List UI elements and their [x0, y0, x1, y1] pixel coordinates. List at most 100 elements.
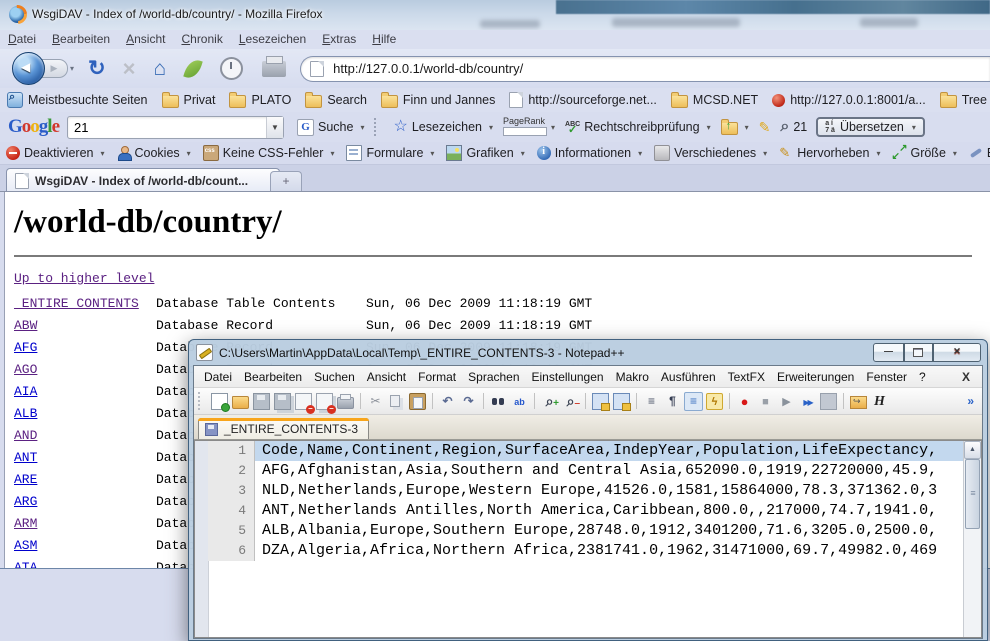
pagerank-dropdown-icon[interactable]: ▾: [551, 123, 555, 132]
forward-button[interactable]: ▶: [41, 59, 68, 78]
bookmark-item[interactable]: http://sourceforge.net...: [502, 90, 664, 110]
print-button[interactable]: [336, 392, 355, 411]
history-dropdown-icon[interactable]: ▾: [70, 64, 74, 73]
entry-link[interactable]: ATA: [14, 557, 37, 568]
new-button[interactable]: [210, 392, 229, 411]
webdev-item[interactable]: Größe: [886, 145, 962, 161]
menu-item[interactable]: Makro: [610, 368, 655, 386]
record-button[interactable]: [735, 392, 754, 411]
bookmark-item[interactable]: Tree Samples: [933, 90, 990, 110]
url-bar[interactable]: [300, 56, 990, 82]
restore-button[interactable]: [904, 343, 933, 362]
menu-item[interactable]: Extras: [314, 30, 364, 48]
webdev-item[interactable]: Extras: [963, 145, 990, 161]
entry-link[interactable]: _ENTIRE_CONTENTS: [14, 293, 139, 315]
wrap-button[interactable]: [642, 392, 661, 411]
line-text[interactable]: DZA,Algeria,Africa,Northern Africa,23817…: [255, 541, 964, 561]
home-button[interactable]: ⌂: [153, 57, 166, 81]
explorer-button[interactable]: [849, 392, 868, 411]
menu-item[interactable]: TextFX: [722, 368, 771, 386]
entry-link[interactable]: AFG: [14, 337, 37, 359]
translate-button[interactable]: a í7 ä Übersetzen: [816, 117, 925, 137]
entry-link[interactable]: ABW: [14, 315, 37, 337]
menu-item[interactable]: Suchen: [308, 368, 361, 386]
entry-link[interactable]: AIA: [14, 381, 37, 403]
webdev-item[interactable]: Cookies: [111, 145, 197, 161]
menu-item[interactable]: Bearbeiten: [44, 30, 118, 48]
webdev-item[interactable]: Keine CSS-Fehler: [197, 144, 341, 162]
redo-button[interactable]: [459, 392, 478, 411]
menu-item[interactable]: Datei: [0, 30, 44, 48]
entry-link[interactable]: ARG: [14, 491, 37, 513]
bookmark-item[interactable]: MCSD.NET: [664, 90, 765, 110]
line-text[interactable]: NLD,Netherlands,Europe,Western Europe,41…: [255, 481, 964, 501]
document-tab-active[interactable]: _ENTIRE_CONTENTS-3: [198, 418, 369, 439]
up-to-higher-level-link[interactable]: Up to higher level: [14, 271, 154, 286]
bookmark-item[interactable]: PLATO: [222, 90, 298, 110]
webdev-item[interactable]: Grafiken: [440, 144, 530, 162]
stop-macro-button[interactable]: [756, 392, 775, 411]
browser-tab-active[interactable]: WsgiDAV - Index of /world-db/count...: [6, 168, 280, 192]
scroll-up-button[interactable]: ▲: [964, 441, 981, 459]
menu-item[interactable]: Bearbeiten: [238, 368, 308, 386]
webdev-item[interactable]: Formulare: [340, 144, 440, 162]
replace-button[interactable]: [510, 392, 529, 411]
menu-item[interactable]: Einstellungen: [526, 368, 610, 386]
history-clock-icon[interactable]: [220, 57, 243, 80]
save-all-button[interactable]: [273, 392, 292, 411]
close-doc-button[interactable]: [294, 392, 313, 411]
menu-item[interactable]: Chronik: [173, 30, 230, 48]
menu-item[interactable]: Erweiterungen: [771, 368, 860, 386]
undo-button[interactable]: [438, 392, 457, 411]
toolbar-grip[interactable]: [374, 118, 383, 136]
pagerank-widget[interactable]: PageRank ▾: [498, 117, 560, 138]
bookmark-item[interactable]: Search: [298, 90, 374, 110]
spellcheck-button[interactable]: ABC✓ Rechtschreibprüfung: [560, 118, 716, 136]
minimize-button[interactable]: —: [873, 343, 904, 362]
line-text[interactable]: Code,Name,Continent,Region,SurfaceArea,I…: [255, 441, 964, 461]
google-bookmarks-button[interactable]: ☆ Lesezeichen: [388, 118, 498, 136]
bookmark-item[interactable]: http://127.0.0.1:8001/a...: [765, 91, 933, 109]
print-button[interactable]: [262, 61, 286, 77]
toolbar-overflow-chevron-icon[interactable]: »: [967, 394, 978, 408]
lightning-button[interactable]: [705, 392, 724, 411]
webdev-item[interactable]: Hervorheben: [773, 145, 886, 161]
sage-feed-icon[interactable]: [183, 57, 202, 80]
bookmark-item[interactable]: Finn und Jannes: [374, 90, 502, 110]
close-all-button[interactable]: [315, 392, 334, 411]
scrollbar-thumb[interactable]: ≡: [965, 459, 980, 529]
close-document-button[interactable]: X: [954, 370, 978, 384]
line-text[interactable]: AFG,Afghanistan,Asia,Southern and Centra…: [255, 461, 964, 481]
webdev-item[interactable]: Verschiedenes: [648, 144, 773, 162]
google-search-input[interactable]: [68, 120, 266, 135]
macro-opts-button[interactable]: [819, 392, 838, 411]
menu-item[interactable]: Datei: [198, 368, 238, 386]
menu-item[interactable]: Lesezeichen: [231, 30, 314, 48]
entry-link[interactable]: ANT: [14, 447, 37, 469]
new-tab-button[interactable]: +: [270, 171, 302, 192]
back-button[interactable]: [12, 52, 45, 85]
line-text[interactable]: ANT,Netherlands Antilles,North America,C…: [255, 501, 964, 521]
find-button[interactable]: [489, 392, 508, 411]
menu-item[interactable]: Ausführen: [655, 368, 722, 386]
sync-h-button[interactable]: [612, 392, 631, 411]
bookmark-item[interactable]: Meistbesuchte Seiten: [0, 90, 155, 110]
html-button[interactable]: [870, 392, 889, 411]
vertical-scrollbar[interactable]: ▲ ≡: [963, 441, 981, 637]
pilcrow-button[interactable]: [663, 392, 682, 411]
google-search-button[interactable]: G Suche: [292, 117, 369, 138]
stop-button[interactable]: ×: [123, 56, 136, 82]
guides-button[interactable]: [684, 392, 703, 411]
menu-item[interactable]: Ansicht: [118, 30, 173, 48]
entry-link[interactable]: ARM: [14, 513, 37, 535]
play-macro-button[interactable]: [777, 392, 796, 411]
entry-link[interactable]: ARE: [14, 469, 37, 491]
line-text[interactable]: ALB,Albania,Europe,Southern Europe,28748…: [255, 521, 964, 541]
autofill-button[interactable]: [716, 117, 754, 137]
menu-item[interactable]: ?: [913, 368, 932, 386]
notepadpp-titlebar[interactable]: C:\Users\Martin\AppData\Local\Temp\_ENTI…: [193, 340, 983, 365]
menu-item[interactable]: Hilfe: [364, 30, 404, 48]
search-history-dropdown-icon[interactable]: ▼: [266, 117, 283, 138]
zoom-out-button[interactable]: [561, 392, 580, 411]
highlight-button[interactable]: ✎: [754, 117, 776, 138]
